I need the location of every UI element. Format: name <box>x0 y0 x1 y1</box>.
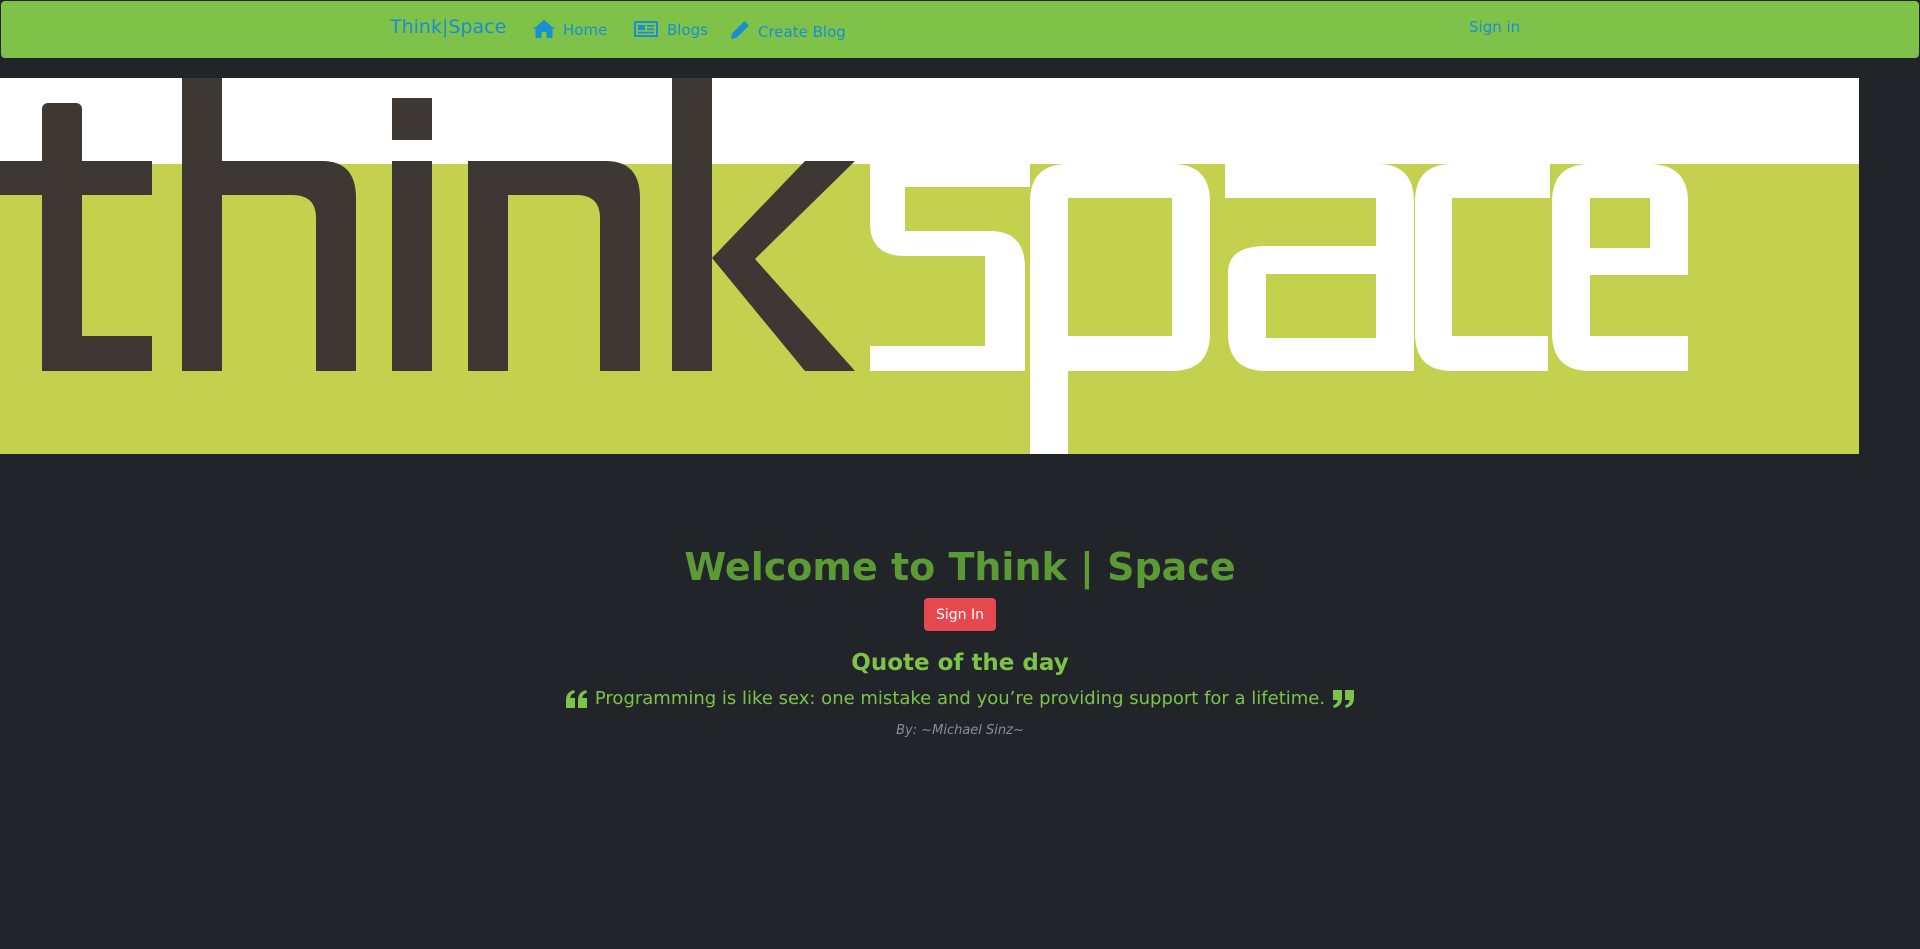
nav-create-blog[interactable]: Create Blog <box>729 19 846 41</box>
nav-blogs[interactable]: Blogs <box>632 19 708 39</box>
thinkspace-banner <box>0 78 1859 454</box>
quote-text: Programming is like sex: one mistake and… <box>594 688 1326 709</box>
top-navbar: Think|Space Home Blogs Create Blog Sign … <box>1 1 1919 58</box>
quote-right-icon <box>1333 689 1355 708</box>
thinkspace-logo-image <box>0 78 1859 454</box>
nav-home[interactable]: Home <box>532 19 607 39</box>
welcome-heading: Welcome to Think | Space <box>684 545 1236 589</box>
brand-link[interactable]: Think|Space <box>390 16 506 38</box>
signin-button[interactable]: Sign In <box>924 598 996 631</box>
nav-blogs-label: Blogs <box>667 21 708 39</box>
quote-block: Programming is like sex: one mistake and… <box>0 688 1920 709</box>
nav-create-blog-label: Create Blog <box>758 23 846 41</box>
pencil-icon <box>731 21 749 39</box>
nav-home-label: Home <box>563 21 608 39</box>
nav-signin-link[interactable]: Sign in <box>1469 18 1520 36</box>
newspaper-icon <box>634 21 658 37</box>
quote-author: By: ~Michael Sinz~ <box>896 723 1024 738</box>
home-icon <box>533 20 555 38</box>
quote-title: Quote of the day <box>851 650 1069 676</box>
quote-left-icon <box>565 689 587 708</box>
